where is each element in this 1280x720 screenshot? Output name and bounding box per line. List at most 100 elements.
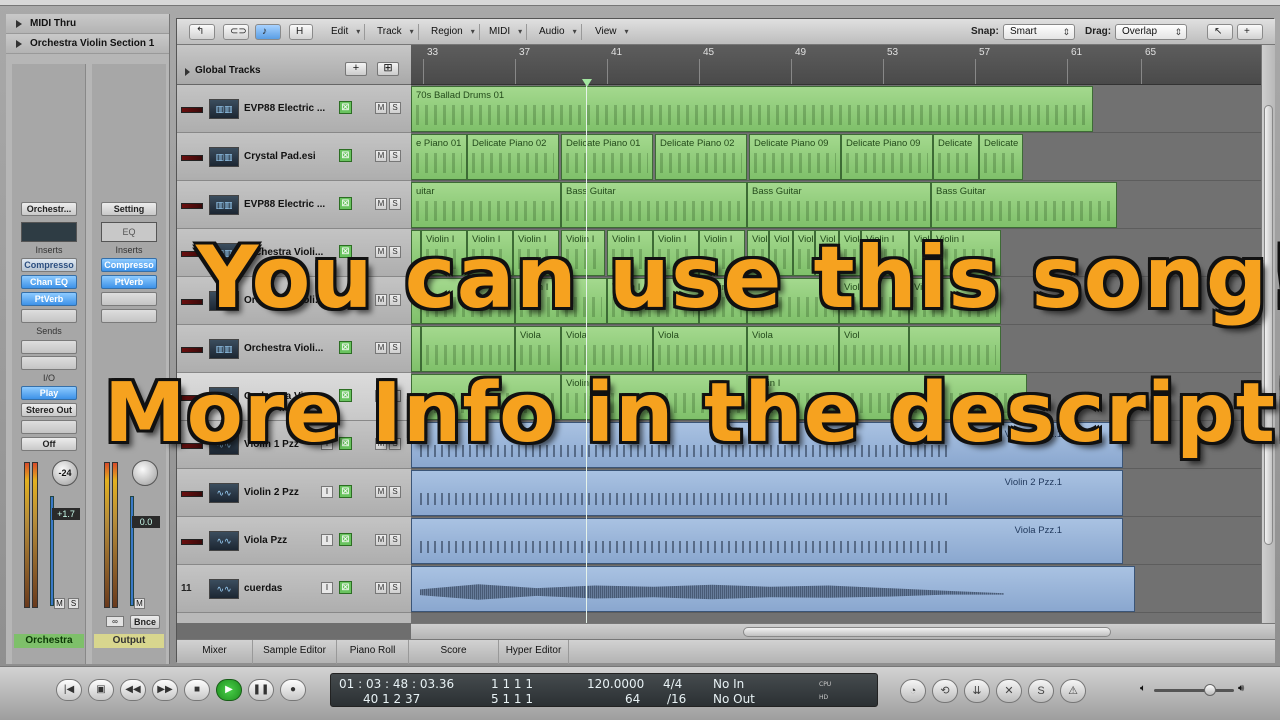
bounce-button[interactable]: Bnce [130,615,160,629]
scroll-thumb[interactable] [743,627,1111,637]
new-folder-icon[interactable]: ⊞ [377,62,399,76]
back-arrow-icon[interactable]: ↰ [189,24,215,40]
output-button[interactable]: Stereo Out [21,403,77,417]
mute-button[interactable]: M [134,598,145,609]
horizontal-scrollbar[interactable] [411,623,1275,639]
link-icon[interactable]: ⊂⊃ [223,24,249,40]
track-lane[interactable]: 70s Ballad Drums 01 [411,85,1275,133]
add-track-button[interactable]: + [345,62,367,76]
midi-region[interactable]: Delicate Piano 09 [841,134,933,180]
insert-slot-empty[interactable] [21,309,77,323]
inspector-row-track[interactable]: Orchestra Violin Section 1 [6,34,169,54]
midi-region[interactable]: Bass Guitar [747,182,931,228]
freeze-icon[interactable]: ⊠ [339,581,352,594]
midi-region[interactable]: Delicate Piano 09 [749,134,841,180]
pan-knob[interactable]: -24 [52,460,78,486]
track-lane[interactable]: Viola Pzz.1 [411,517,1275,565]
track-name[interactable]: Crystal Pad.esi [244,151,328,162]
audio-region[interactable] [411,566,1135,612]
tab-sample-editor[interactable]: Sample Editor [253,640,337,664]
disclosure-triangle-icon[interactable] [16,39,22,48]
tab-hyper-editor[interactable]: Hyper Editor [499,640,569,664]
drag-select[interactable]: Overlap [1115,24,1187,40]
insert-slot-ptverb[interactable]: PtVerb [21,292,77,306]
track-header[interactable]: ∿∿ Violin 2 Pzz I ⊠ M S [177,469,411,517]
track-lane[interactable]: Violin 2 Pzz.1 [411,469,1275,517]
insert-slot-ptverb[interactable]: PtVerb [101,275,157,289]
track-mute-button[interactable]: M [375,102,387,114]
track-solo-button[interactable]: S [389,150,401,162]
track-mute-button[interactable]: M [375,486,387,498]
metronome-icon[interactable]: ◔ [900,679,926,703]
eq-button[interactable]: EQ [101,222,157,242]
track-mute-button[interactable]: M [375,534,387,546]
pencil-tool-icon[interactable]: + [1237,24,1263,40]
fast-forward-icon[interactable]: ▶▶ [152,679,178,701]
menu-audio[interactable]: Audio [531,24,582,40]
setting-button[interactable]: Setting [101,202,157,216]
menu-edit[interactable]: Edit [323,24,366,40]
midi-region[interactable]: e Piano 01 [411,134,467,180]
pause-icon[interactable]: ❚❚ [248,679,274,701]
midi-region[interactable]: Delicate [933,134,979,180]
record-icon[interactable]: ● [280,679,306,701]
track-header[interactable]: ▥▥ EVP88 Electric ... ⊠ M S [177,85,411,133]
automation-mode-button[interactable]: Off [21,437,77,451]
inspector-row-midi-thru[interactable]: MIDI Thru [6,14,169,34]
volume-track[interactable] [1154,689,1234,692]
midi-region[interactable]: Delicate Piano 02 [467,134,559,180]
track-name[interactable]: EVP88 Electric ... [244,103,328,114]
track-solo-button[interactable]: S [389,486,401,498]
input-button[interactable]: Play [21,386,77,400]
group-slot[interactable] [21,420,77,434]
instrument-icon[interactable]: ▥▥ [209,339,239,359]
solo-mode-icon[interactable]: ✕ [996,679,1022,703]
tab-score[interactable]: Score [409,640,499,664]
track-solo-button[interactable]: S [389,534,401,546]
midi-region[interactable]: Bass Guitar [931,182,1117,228]
insert-slot-compressor[interactable]: Compresso [21,258,77,272]
eq-display[interactable] [21,222,77,242]
track-mute-button[interactable]: M [375,150,387,162]
freeze-icon[interactable]: ⊠ [339,101,352,114]
pointer-tool-icon[interactable]: ↖ [1207,24,1233,40]
audio-waveform-icon[interactable]: ∿∿ [209,483,239,503]
input-monitor-button[interactable]: I [321,534,333,546]
track-name[interactable]: cuerdas [244,583,328,594]
track-mute-button[interactable]: M [375,198,387,210]
midi-region[interactable]: uitar [411,182,561,228]
midi-region[interactable]: Delicate [979,134,1023,180]
menu-region[interactable]: Region [423,24,480,40]
send-slot[interactable] [21,340,77,354]
input-monitor-button[interactable]: I [321,486,333,498]
midi-region[interactable]: Delicate Piano 02 [655,134,747,180]
volume-fader[interactable] [130,496,134,606]
global-tracks-label[interactable]: Global Tracks [195,65,261,76]
insert-slot-chan-eq[interactable]: Chan EQ [21,275,77,289]
link-icon[interactable]: ∞ [106,616,124,627]
disclosure-triangle-icon[interactable] [185,68,190,76]
audio-region[interactable]: Violin 2 Pzz.1 [411,470,1123,516]
send-slot[interactable] [21,356,77,370]
disclosure-triangle-icon[interactable] [16,19,22,28]
track-name[interactable]: Orchestra Violi... [244,343,328,354]
transport-lcd[interactable]: 01 : 03 : 48 : 03.36 40 1 2 37 1 1 1 1 5… [330,673,878,707]
track-mute-button[interactable]: M [375,342,387,354]
freeze-icon[interactable]: ⊠ [339,197,352,210]
tab-mixer[interactable]: Mixer [177,640,253,664]
insert-slot-empty[interactable] [101,309,157,323]
arrange-canvas[interactable]: 70s Ballad Drums 01 e Piano 01 Delicate Pi… [411,85,1275,623]
track-name[interactable]: Viola Pzz [244,535,328,546]
stop-icon[interactable]: ■ [184,679,210,701]
volume-knob[interactable] [1204,684,1216,696]
sync-icon[interactable]: S [1028,679,1054,703]
fast-rewind-icon[interactable]: ◀◀ [120,679,146,701]
insert-slot-empty[interactable] [101,292,157,306]
vertical-scrollbar[interactable] [1261,45,1275,623]
master-volume-slider[interactable]: 🔈︎ 🔊︎ [1140,683,1250,697]
midi-region[interactable]: 70s Ballad Drums 01 [411,86,1093,132]
solo-button[interactable]: S [68,598,79,609]
playhead-line[interactable] [586,79,587,627]
menu-midi[interactable]: MIDI [481,24,528,40]
freeze-icon[interactable]: ⊠ [339,341,352,354]
